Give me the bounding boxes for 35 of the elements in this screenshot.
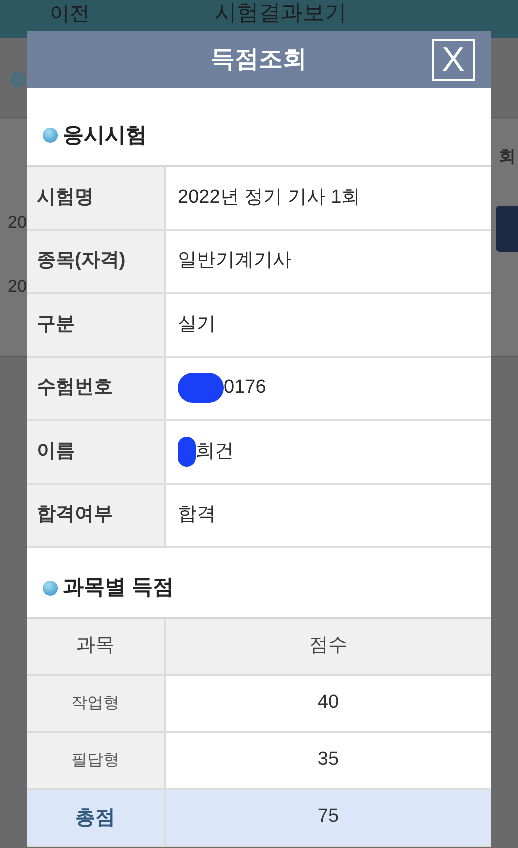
score-cell-text: 40 xyxy=(316,691,340,716)
score-cell-text: 35 xyxy=(316,748,340,772)
section-heading: 과목별 득점 xyxy=(63,575,174,602)
redaction-mark xyxy=(178,436,196,467)
bullet-icon xyxy=(43,580,58,596)
table-cell-text: 20 xyxy=(8,212,27,234)
subject-cell: 작업형 xyxy=(27,676,166,731)
bullet-icon xyxy=(43,128,58,143)
field-value: 희건 xyxy=(196,440,234,464)
subject-cell: 총점 xyxy=(27,790,166,845)
view-button[interactable] xyxy=(496,206,518,252)
dialog-title: 득점조회 xyxy=(211,44,307,74)
field-label: 시험명 xyxy=(27,167,166,228)
section-heading: 응시시험 xyxy=(63,122,147,149)
column-heading: 회 xyxy=(499,146,516,168)
bullet-icon xyxy=(10,72,26,88)
close-button[interactable]: X xyxy=(432,39,475,81)
score-cell-text: 75 xyxy=(316,805,340,830)
field-value: 2022년 정기 기사 1회 xyxy=(178,186,361,210)
field-label: 종목(자격) xyxy=(27,230,166,292)
table-cell-text: 20 xyxy=(8,276,27,298)
field-label: 구분 xyxy=(27,294,166,356)
page-title: 시험결과보기 xyxy=(215,2,347,24)
field-value: 합격 xyxy=(178,503,216,527)
field-label: 이름 xyxy=(27,421,166,482)
field-value: 실기 xyxy=(178,312,216,336)
field-label: 수험번호 xyxy=(27,358,166,419)
subject-cell: 필답형 xyxy=(27,733,166,788)
field-value: 일반기계기사 xyxy=(178,249,292,273)
column-header: 과목 xyxy=(27,619,166,674)
column-header: 점수 xyxy=(308,634,348,658)
field-label: 합격여부 xyxy=(27,484,166,546)
field-value: 0176 xyxy=(224,376,266,400)
back-link[interactable]: 이전 xyxy=(50,4,90,24)
redaction-mark xyxy=(178,373,224,404)
